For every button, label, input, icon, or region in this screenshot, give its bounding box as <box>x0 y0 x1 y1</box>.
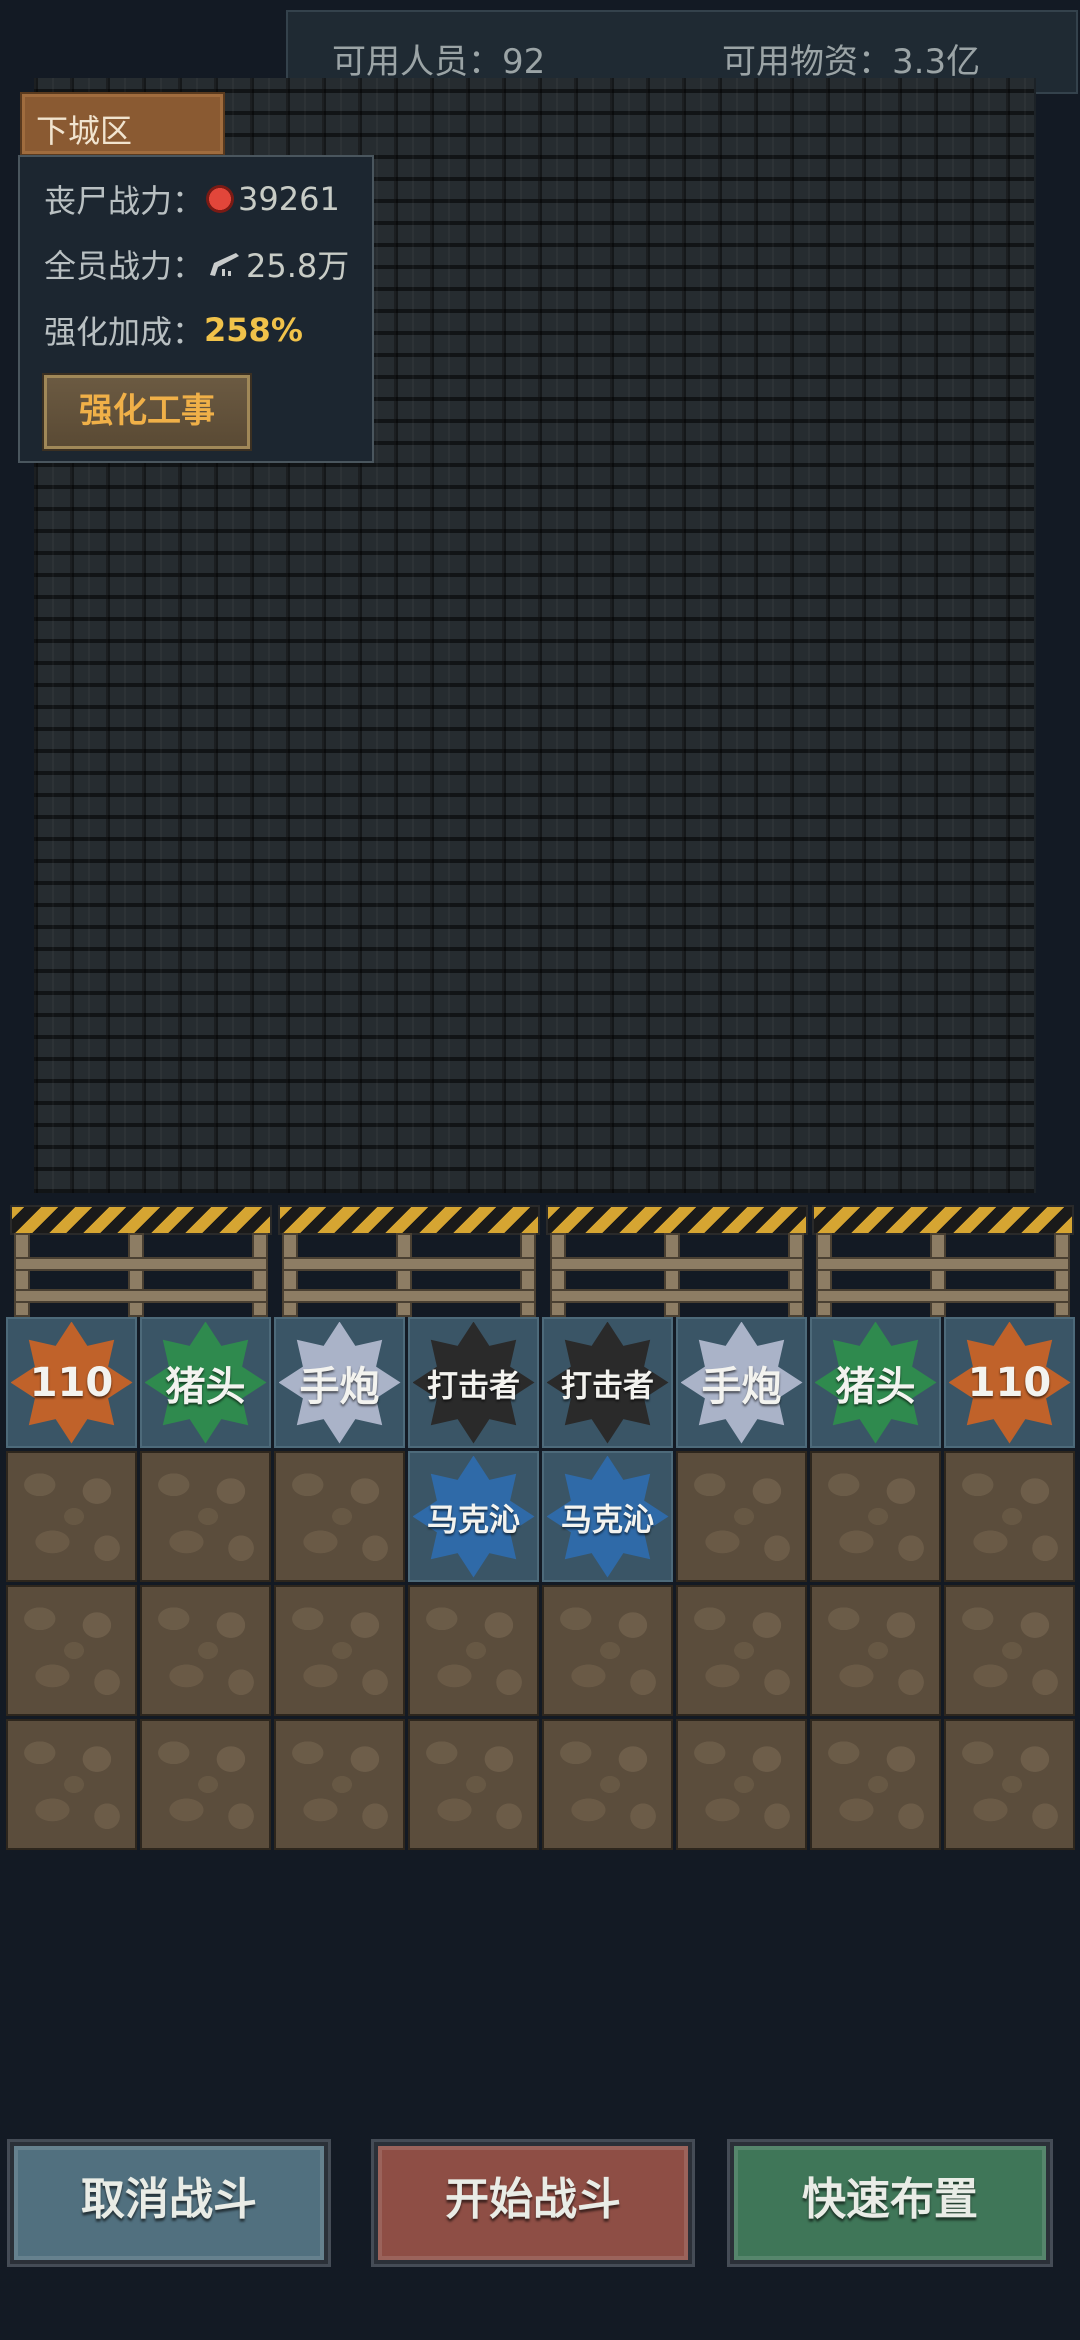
grid-slot[interactable]: 110 <box>944 1317 1075 1448</box>
grid-slot[interactable]: 猪头 <box>810 1317 941 1448</box>
zombie-icon <box>206 185 235 213</box>
unit-label: 打击者 <box>427 1368 520 1404</box>
rock-tile <box>676 1719 807 1850</box>
gun-icon <box>210 253 240 276</box>
grid-slot[interactable]: 手炮 <box>676 1317 807 1448</box>
barricade <box>812 1205 1074 1317</box>
upgrade-fortification-button[interactable]: 强化工事 <box>44 375 250 449</box>
rock-tile <box>140 1719 271 1850</box>
unit-badge[interactable]: 手炮 <box>278 1321 401 1444</box>
rock-tile <box>408 1585 539 1716</box>
grid-slot[interactable]: 打击者 <box>542 1317 673 1448</box>
team-power-row: 全员战力： 25.8万 <box>44 244 350 285</box>
boost-label: 强化加成： <box>44 313 205 351</box>
zombie-power-value: 39261 <box>238 180 340 218</box>
unit-badge[interactable]: 马克沁 <box>546 1455 669 1578</box>
available-supplies: 可用物资：3.3亿 <box>722 42 981 82</box>
grid-slot[interactable]: 马克沁 <box>408 1451 539 1582</box>
rock-tile <box>6 1451 137 1582</box>
rock-tile <box>6 1719 137 1850</box>
unit-label: 110 <box>29 1359 114 1406</box>
unit-label: 马克沁 <box>427 1502 520 1538</box>
barricade <box>10 1205 272 1317</box>
rock-tile <box>274 1585 405 1716</box>
unit-label: 手炮 <box>299 1363 380 1410</box>
unit-badge[interactable]: 猪头 <box>814 1321 937 1444</box>
rock-tile <box>542 1719 673 1850</box>
unit-label: 马克沁 <box>561 1502 654 1538</box>
boost-row: 强化加成： 258% <box>44 310 303 351</box>
start-battle-button[interactable]: 开始战斗 <box>374 2142 692 2264</box>
deployment-grid: 110 猪头 手炮 打击者 打击者 手炮 猪头 110 马克沁 马克沁 <box>6 1317 1075 1850</box>
unit-badge[interactable]: 打击者 <box>412 1321 535 1444</box>
rock-tile <box>676 1451 807 1582</box>
rock-tile <box>6 1585 137 1716</box>
rock-tile <box>274 1451 405 1582</box>
unit-badge[interactable]: 马克沁 <box>412 1455 535 1578</box>
unit-label: 打击者 <box>561 1368 654 1404</box>
rock-tile <box>944 1719 1075 1850</box>
area-name-tag: 下城区 <box>20 92 225 156</box>
grid-slot[interactable]: 猪头 <box>140 1317 271 1448</box>
unit-label: 猪头 <box>835 1363 916 1410</box>
cancel-battle-button[interactable]: 取消战斗 <box>10 2142 328 2264</box>
unit-badge[interactable]: 手炮 <box>680 1321 803 1444</box>
rock-tile <box>810 1451 941 1582</box>
zombie-power-row: 丧尸战力： 39261 <box>44 179 340 220</box>
unit-badge[interactable]: 110 <box>948 1321 1071 1444</box>
barricade <box>546 1205 808 1317</box>
rock-tile <box>408 1719 539 1850</box>
unit-label: 手炮 <box>701 1363 782 1410</box>
unit-badge[interactable]: 110 <box>10 1321 133 1444</box>
team-power-label: 全员战力： <box>44 247 205 285</box>
rock-tile <box>542 1585 673 1716</box>
rock-tile <box>140 1585 271 1716</box>
unit-badge[interactable]: 猪头 <box>144 1321 267 1444</box>
grid-slot[interactable]: 马克沁 <box>542 1451 673 1582</box>
barricade <box>278 1205 540 1317</box>
rock-tile <box>140 1451 271 1582</box>
power-stats-panel: 丧尸战力： 39261 全员战力： 25.8万 强化加成： 258% 强化工事 <box>18 155 374 463</box>
rock-tile <box>676 1585 807 1716</box>
grid-slot[interactable]: 打击者 <box>408 1317 539 1448</box>
zombie-power-label: 丧尸战力： <box>44 182 205 220</box>
rock-tile <box>274 1719 405 1850</box>
grid-slot[interactable]: 110 <box>6 1317 137 1448</box>
unit-label: 110 <box>967 1359 1052 1406</box>
unit-badge[interactable]: 打击者 <box>546 1321 669 1444</box>
rock-tile <box>810 1719 941 1850</box>
rock-tile <box>944 1585 1075 1716</box>
team-power-value: 25.8万 <box>246 247 350 285</box>
quick-deploy-button[interactable]: 快速布置 <box>730 2142 1050 2264</box>
barricade-row <box>10 1205 1078 1317</box>
available-people: 可用人员：92 <box>332 42 546 82</box>
boost-value: 258% <box>204 311 303 349</box>
unit-label: 猪头 <box>165 1363 246 1410</box>
grid-slot[interactable]: 手炮 <box>274 1317 405 1448</box>
rock-tile <box>810 1585 941 1716</box>
rock-tile <box>944 1451 1075 1582</box>
